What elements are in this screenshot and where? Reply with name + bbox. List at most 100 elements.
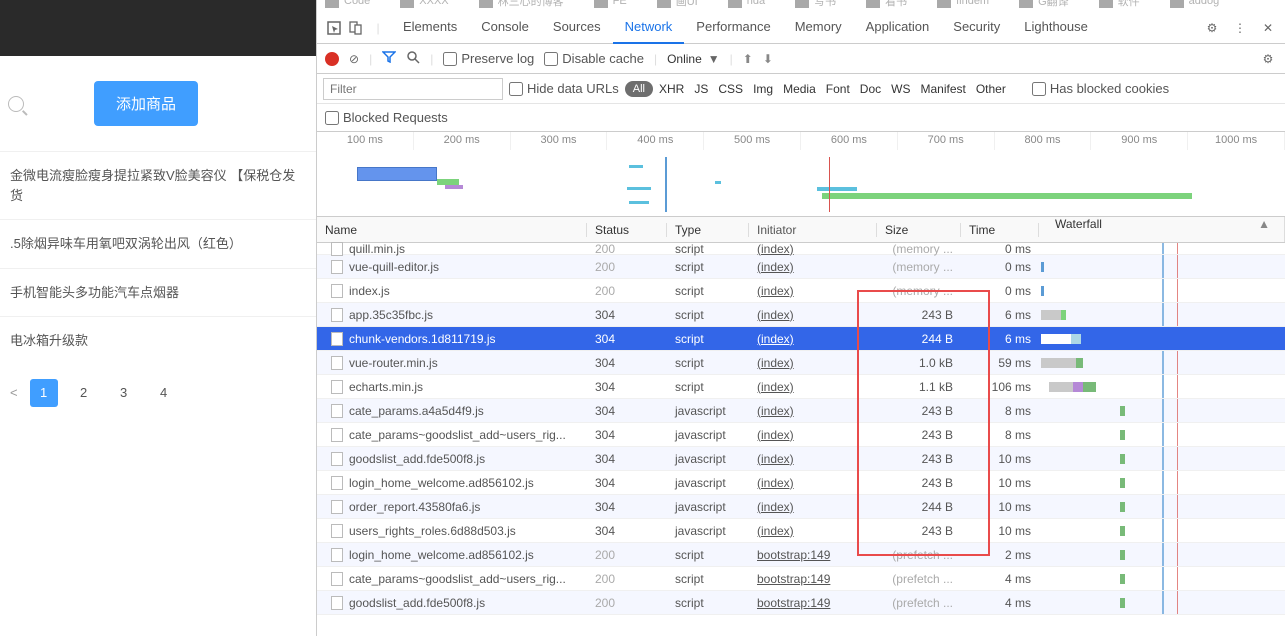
filter-type-img[interactable]: Img xyxy=(753,82,773,96)
bookmark[interactable]: 林三心的博客 xyxy=(479,0,564,9)
tab-sources[interactable]: Sources xyxy=(541,11,613,44)
clear-icon[interactable]: ⊘ xyxy=(349,52,359,66)
table-row[interactable]: login_home_welcome.ad856102.js200scriptb… xyxy=(317,543,1285,567)
tab-performance[interactable]: Performance xyxy=(684,11,782,44)
has-blocked-cookies-label: Has blocked cookies xyxy=(1050,81,1169,96)
file-icon xyxy=(331,524,343,538)
search-icon[interactable] xyxy=(406,50,420,67)
page-3[interactable]: 3 xyxy=(110,379,138,407)
tab-lighthouse[interactable]: Lighthouse xyxy=(1012,11,1100,44)
table-row[interactable]: quill.min.js200script(index)(memory ...0… xyxy=(317,243,1285,255)
throttle-select[interactable]: Online xyxy=(667,52,702,66)
table-row[interactable]: cate_params.a4a5d4f9.js304javascript(ind… xyxy=(317,399,1285,423)
file-icon xyxy=(331,548,343,562)
product-row: 金微电流瘦脸瘦身提拉紧致V脸美容仪 【保税仓发货 xyxy=(0,151,316,219)
gear-icon[interactable]: ⚙ xyxy=(1259,50,1277,68)
table-row[interactable]: goodslist_add.fde500f8.js200scriptbootst… xyxy=(317,591,1285,615)
chevron-down-icon[interactable]: ▼ xyxy=(708,52,720,66)
add-product-button[interactable]: 添加商品 xyxy=(94,81,198,126)
table-row[interactable]: users_rights_roles.6d88d503.js304javascr… xyxy=(317,519,1285,543)
filter-type-ws[interactable]: WS xyxy=(891,82,910,96)
file-icon xyxy=(331,596,343,610)
tab-memory[interactable]: Memory xyxy=(783,11,854,44)
preserve-log-label: Preserve log xyxy=(461,51,534,66)
file-icon xyxy=(331,572,343,586)
file-icon xyxy=(331,332,343,346)
table-row[interactable]: echarts.min.js304script(index)1.1 kB106 … xyxy=(317,375,1285,399)
file-icon xyxy=(331,284,343,298)
bookmark[interactable]: G翻译 xyxy=(1019,0,1069,9)
upload-icon[interactable]: ⬆ xyxy=(743,52,753,66)
bookmark[interactable]: 软件 xyxy=(1099,0,1140,9)
devtools-tabs: | ElementsConsoleSourcesNetworkPerforman… xyxy=(317,12,1285,44)
file-icon xyxy=(331,428,343,442)
filter-type-font[interactable]: Font xyxy=(826,82,850,96)
file-icon xyxy=(331,242,343,256)
bookmark[interactable]: 看书 xyxy=(866,0,907,9)
preserve-log-checkbox[interactable] xyxy=(443,52,457,66)
table-row[interactable]: login_home_welcome.ad856102.js304javascr… xyxy=(317,471,1285,495)
file-icon xyxy=(331,308,343,322)
filter-icon[interactable] xyxy=(382,51,396,66)
page-4[interactable]: 4 xyxy=(150,379,178,407)
kebab-icon[interactable]: ⋮ xyxy=(1231,19,1249,37)
disable-cache-label: Disable cache xyxy=(562,51,644,66)
table-row[interactable]: goodslist_add.fde500f8.js304javascript(i… xyxy=(317,447,1285,471)
table-row[interactable]: index.js200script(index)(memory ...0 ms xyxy=(317,279,1285,303)
page-2[interactable]: 2 xyxy=(70,379,98,407)
hide-urls-label: Hide data URLs xyxy=(527,81,619,96)
close-icon[interactable]: ✕ xyxy=(1259,19,1277,37)
tab-network[interactable]: Network xyxy=(613,11,685,44)
bookmark[interactable]: hda xyxy=(728,0,765,8)
filter-type-media[interactable]: Media xyxy=(783,82,816,96)
file-icon xyxy=(331,404,343,418)
browser-dark-area xyxy=(0,0,316,56)
filter-type-doc[interactable]: Doc xyxy=(860,82,881,96)
table-row[interactable]: cate_params~goodslist_add~users_rig...30… xyxy=(317,423,1285,447)
bookmark[interactable]: XXXX xyxy=(400,0,448,8)
blocked-requests-checkbox[interactable] xyxy=(325,111,339,125)
page-1[interactable]: 1 xyxy=(30,379,58,407)
file-icon xyxy=(331,380,343,394)
page-prev-icon[interactable]: < xyxy=(10,385,18,400)
table-header: Name Status Type Initiator Size Time Wat… xyxy=(317,217,1285,243)
filter-type-all[interactable]: All xyxy=(625,81,653,97)
gear-icon[interactable]: ⚙ xyxy=(1203,19,1221,37)
product-row: 手机智能头多功能汽车点烟器 xyxy=(0,268,316,317)
download-icon[interactable]: ⬇ xyxy=(763,52,773,66)
tab-elements[interactable]: Elements xyxy=(391,11,469,44)
table-row[interactable]: vue-router.min.js304script(index)1.0 kB5… xyxy=(317,351,1285,375)
filter-input[interactable] xyxy=(323,78,503,100)
bookmark[interactable]: Code xyxy=(325,0,370,8)
record-button[interactable] xyxy=(325,52,339,66)
hide-urls-checkbox[interactable] xyxy=(509,82,523,96)
filter-type-manifest[interactable]: Manifest xyxy=(920,82,965,96)
filter-type-js[interactable]: JS xyxy=(694,82,708,96)
pagination: < 1234 xyxy=(0,365,316,421)
table-row[interactable]: vue-quill-editor.js200script(index)(memo… xyxy=(317,255,1285,279)
table-row[interactable]: order_report.43580fa6.js304javascript(in… xyxy=(317,495,1285,519)
bookmark[interactable]: findem xyxy=(937,0,989,8)
has-blocked-cookies-checkbox[interactable] xyxy=(1032,82,1046,96)
search-icon[interactable] xyxy=(8,96,24,112)
file-icon xyxy=(331,260,343,274)
bookmark[interactable]: addog xyxy=(1170,0,1220,8)
filter-type-css[interactable]: CSS xyxy=(718,82,743,96)
bookmark[interactable]: 写书 xyxy=(795,0,836,9)
waterfall-overview[interactable]: 100 ms200 ms300 ms400 ms500 ms600 ms700 … xyxy=(317,132,1285,217)
table-row[interactable]: chunk-vendors.1d811719.js304script(index… xyxy=(317,327,1285,351)
tab-security[interactable]: Security xyxy=(941,11,1012,44)
table-row[interactable]: app.35c35fbc.js304script(index)243 B6 ms xyxy=(317,303,1285,327)
disable-cache-checkbox[interactable] xyxy=(544,52,558,66)
bookmark[interactable]: 画UI xyxy=(657,0,698,9)
device-toggle-icon[interactable] xyxy=(347,19,365,37)
file-icon xyxy=(331,452,343,466)
filter-type-other[interactable]: Other xyxy=(976,82,1006,96)
inspect-icon[interactable] xyxy=(325,19,343,37)
tab-application[interactable]: Application xyxy=(854,11,942,44)
filter-type-xhr[interactable]: XHR xyxy=(659,82,684,96)
file-icon xyxy=(331,476,343,490)
table-row[interactable]: cate_params~goodslist_add~users_rig...20… xyxy=(317,567,1285,591)
bookmark[interactable]: FE xyxy=(594,0,627,8)
tab-console[interactable]: Console xyxy=(469,11,541,44)
